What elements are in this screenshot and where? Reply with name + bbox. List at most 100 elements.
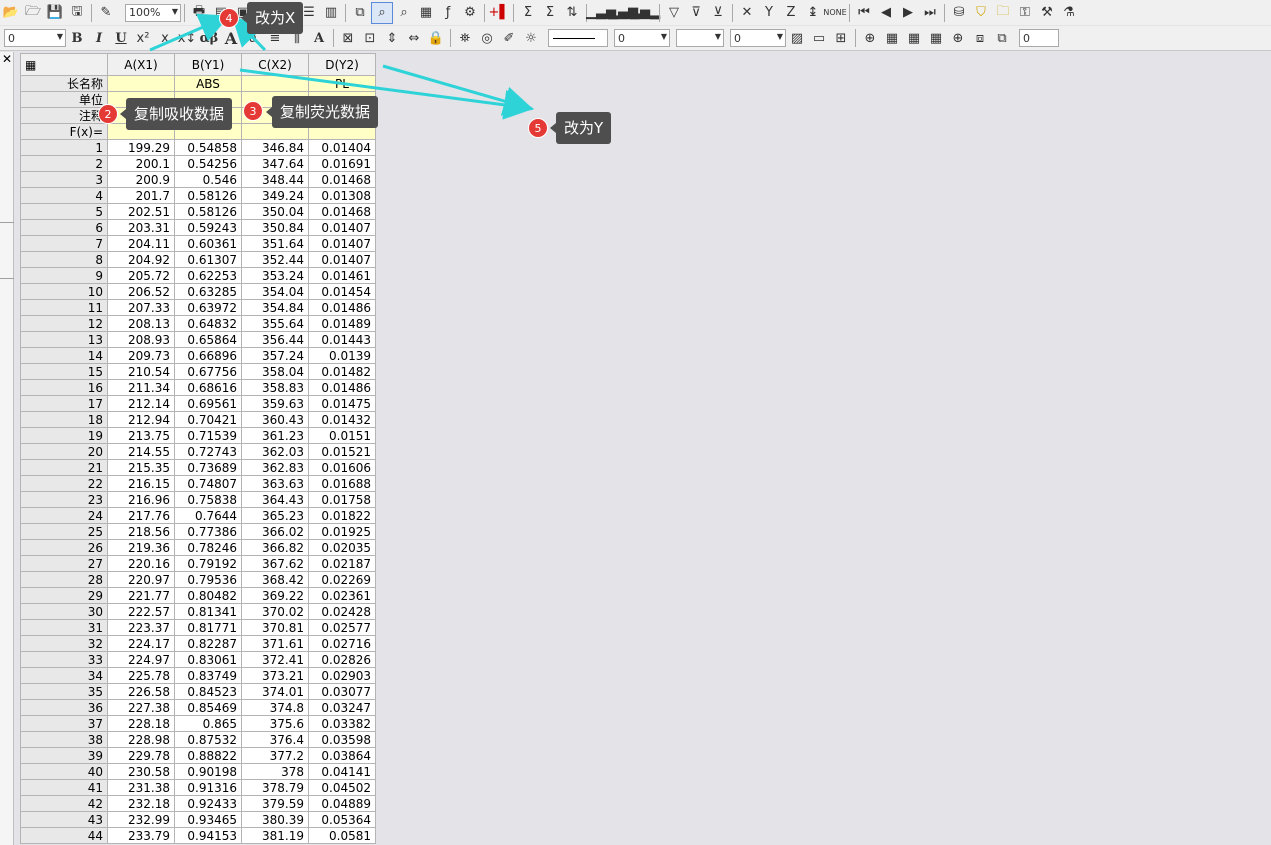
data-cell[interactable]: 347.64	[241, 155, 309, 172]
save-icon[interactable]: 💾	[44, 2, 66, 24]
data-cell[interactable]: 0.0139	[308, 347, 376, 364]
row-header[interactable]: 30	[20, 603, 108, 620]
row-header[interactable]: 43	[20, 811, 108, 828]
column-header-d[interactable]: D(Y2)	[308, 53, 376, 76]
data-cell[interactable]: 0.02903	[308, 667, 376, 684]
filter-icon[interactable]: ▽	[663, 2, 685, 24]
data-cell[interactable]: 232.18	[107, 795, 175, 812]
data-cell[interactable]: 0.01758	[308, 491, 376, 508]
open-folder-icon[interactable]: 🗁	[22, 2, 44, 24]
data-cell[interactable]: 0.70421	[174, 411, 242, 428]
data-cell[interactable]: 363.63	[241, 475, 309, 492]
row-header[interactable]: 23	[20, 491, 108, 508]
data-cell[interactable]: 381.19	[241, 827, 309, 844]
data-cell[interactable]: 208.13	[107, 315, 175, 332]
row-header[interactable]: 40	[20, 763, 108, 780]
data-cell[interactable]: 0.58126	[174, 203, 242, 220]
data-cell[interactable]: 220.16	[107, 555, 175, 572]
data-cell[interactable]: 0.54858	[174, 139, 242, 156]
data-cell[interactable]: 372.41	[241, 651, 309, 668]
data-cell[interactable]: 220.97	[107, 571, 175, 588]
data-cell[interactable]: 0.05364	[308, 811, 376, 828]
data-cell[interactable]: 216.15	[107, 475, 175, 492]
line-style-select[interactable]: 0 ▼	[730, 29, 786, 47]
data-cell[interactable]: 356.44	[241, 331, 309, 348]
zoom-select-icon[interactable]: ⌕	[393, 2, 415, 24]
data-cell[interactable]: 0.01521	[308, 443, 376, 460]
data-cell[interactable]: 232.99	[107, 811, 175, 828]
data-cell[interactable]: 350.84	[241, 219, 309, 236]
row-header[interactable]: 18	[20, 411, 108, 428]
row-header[interactable]: 3	[20, 171, 108, 188]
data-cell[interactable]: 0.79192	[174, 555, 242, 572]
row-header[interactable]: 29	[20, 587, 108, 604]
data-cell[interactable]: 211.34	[107, 379, 175, 396]
zoom-icon[interactable]: ⌕	[371, 1, 393, 24]
db-icon[interactable]: ⛁	[948, 2, 970, 24]
data-cell[interactable]: 346.84	[241, 139, 309, 156]
hatch-icon[interactable]: ▨	[786, 27, 808, 49]
data-cell[interactable]: 0.02826	[308, 651, 376, 668]
meta-row-label[interactable]: 长名称	[20, 75, 108, 92]
row-header[interactable]: 17	[20, 395, 108, 412]
tree-icon[interactable]: ⧉	[349, 2, 371, 24]
data-cell[interactable]: 375.6	[241, 715, 309, 732]
data-cell[interactable]: 0.01468	[308, 171, 376, 188]
data-cell[interactable]: 355.64	[241, 315, 309, 332]
data-cell[interactable]: 230.58	[107, 763, 175, 780]
data-cell[interactable]: 351.64	[241, 235, 309, 252]
row-header[interactable]: 11	[20, 299, 108, 316]
x-icon[interactable]: ✕	[736, 2, 758, 24]
data-cell[interactable]: 0.01443	[308, 331, 376, 348]
sum-icon[interactable]: Σ	[539, 2, 561, 24]
data-cell[interactable]: 358.83	[241, 379, 309, 396]
row-header[interactable]: 28	[20, 571, 108, 588]
row-header[interactable]: 21	[20, 459, 108, 476]
meta-cell[interactable]	[107, 75, 175, 92]
sheet-corner-icon[interactable]: ▦	[20, 53, 108, 76]
data-cell[interactable]: 0.04502	[308, 779, 376, 796]
data-cell[interactable]: 215.35	[107, 459, 175, 476]
data-cell[interactable]: 369.22	[241, 587, 309, 604]
data-cell[interactable]: 0.546	[174, 171, 242, 188]
row-header[interactable]: 2	[20, 155, 108, 172]
data-cell[interactable]: 371.61	[241, 635, 309, 652]
row-header[interactable]: 4	[20, 187, 108, 204]
row-header[interactable]: 9	[20, 267, 108, 284]
row-header[interactable]: 44	[20, 827, 108, 844]
data-cell[interactable]: 225.78	[107, 667, 175, 684]
data-cell[interactable]: 210.54	[107, 363, 175, 380]
data-cell[interactable]: 214.55	[107, 443, 175, 460]
row-header[interactable]: 6	[20, 219, 108, 236]
row-header[interactable]: 1	[20, 139, 108, 156]
data-cell[interactable]: 0.02269	[308, 571, 376, 588]
data-cell[interactable]: 0.04889	[308, 795, 376, 812]
data-cell[interactable]: 0.03382	[308, 715, 376, 732]
data-cell[interactable]: 221.77	[107, 587, 175, 604]
data-cell[interactable]: 0.01407	[308, 219, 376, 236]
data-cell[interactable]: 0.58126	[174, 187, 242, 204]
row-header[interactable]: 38	[20, 731, 108, 748]
data-cell[interactable]: 0.75838	[174, 491, 242, 508]
data-cell[interactable]: 378	[241, 763, 309, 780]
clear-cells-icon[interactable]: ▦	[925, 27, 947, 49]
next-icon[interactable]: ▶	[897, 2, 919, 24]
font-color-button[interactable]: A	[308, 27, 330, 49]
last-icon[interactable]: ⏭	[919, 2, 941, 24]
data-cell[interactable]: 360.43	[241, 411, 309, 428]
line-color-icon[interactable]: ✐	[498, 27, 520, 49]
data-cell[interactable]: 366.02	[241, 523, 309, 540]
data-cell[interactable]: 362.83	[241, 459, 309, 476]
data-cell[interactable]: 228.18	[107, 715, 175, 732]
data-cell[interactable]: 0.02428	[308, 603, 376, 620]
pattern-icon[interactable]: ◎	[476, 27, 498, 49]
data-cell[interactable]: 0.63285	[174, 283, 242, 300]
column-header-b[interactable]: B(Y1)	[174, 53, 242, 76]
data-cell[interactable]: 377.2	[241, 747, 309, 764]
row-header[interactable]: 16	[20, 379, 108, 396]
data-cell[interactable]: 216.96	[107, 491, 175, 508]
data-cell[interactable]: 353.24	[241, 267, 309, 284]
column-header-c[interactable]: C(X2)	[241, 53, 309, 76]
italic-button[interactable]: I	[88, 27, 110, 49]
big-font-button[interactable]: A	[220, 27, 242, 49]
